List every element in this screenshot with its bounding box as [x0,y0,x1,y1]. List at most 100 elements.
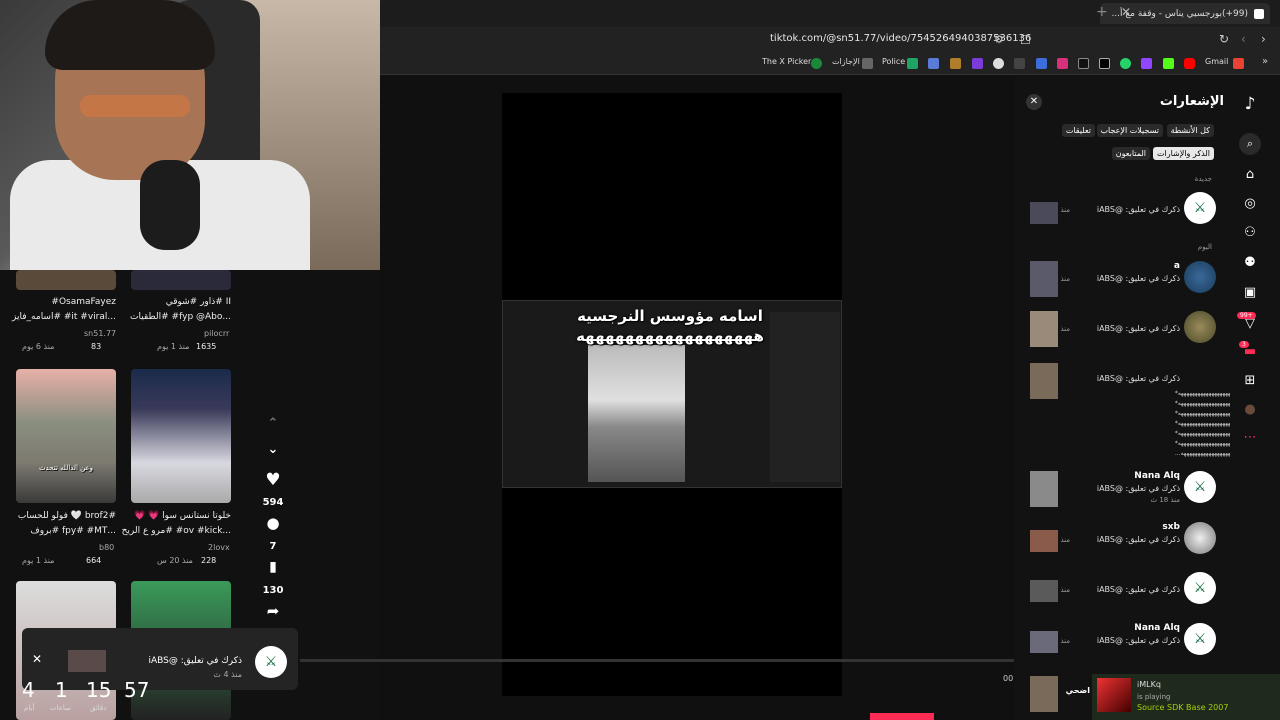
more-icon[interactable]: ⋯ [1241,430,1259,448]
friends-icon[interactable]: ⚉ [1241,255,1259,273]
bookmark-twitch-icon[interactable] [1141,58,1152,69]
bookmark-list-icon[interactable] [862,58,873,69]
tab-mentions[interactable]: الذكر والإشارات [1152,147,1214,160]
feed-3-tags[interactable]: ...fpy# #MT #بروف [30,526,116,536]
bookmark-x-picker[interactable]: The X Picker [762,57,811,66]
tab-all-activity[interactable]: كل الأنشطة [1166,124,1214,137]
bookmark-link-icon[interactable] [928,58,939,69]
bookmark-youtube-icon[interactable] [1184,58,1195,69]
bookmark-ijazat[interactable]: الإجازات [832,57,860,66]
notification-row[interactable]: sxb ذكرك في تعليق: @iABS منذ 28 ث [1020,522,1220,556]
bookmark-gmail-icon[interactable] [1233,58,1244,69]
feed-1-time: منذ 6 يوم [22,342,55,351]
bookmark-bookmark-icon[interactable] [1014,58,1025,69]
reload-icon[interactable]: ↻ [1219,32,1229,46]
toast-time: منذ 4 ث [213,670,242,679]
notification-row[interactable]: ⚔ ذكرك في تعليق: @iABS منذ 4 [1020,192,1220,226]
bookmark-tiktok-icon[interactable] [1078,58,1089,69]
notification-row[interactable]: ⚔ ذكرك في تعليق: @iABS منذ 40 ث [1020,572,1220,606]
feed-2-tags[interactable]: ...fyp @Abo# #الطقيات [130,312,231,322]
feed-thumb-1[interactable] [16,270,116,290]
bookmark-save-icon[interactable]: ▮ [262,559,284,575]
notification-text: ذكرك في تعليق: @iABS [1096,636,1180,645]
feed-2-title[interactable]: II #ذاور #شوقي [166,297,231,307]
webcam-glasses [80,95,190,117]
notification-row[interactable]: ذكرك في تعليق: @iABS منذ 14 ث [1020,311,1220,347]
toast-text: ذكرك في تعليق: @iABS [148,656,242,666]
notification-text: ذكرك في تعليق: @iABS [1096,274,1180,283]
bookmark-x-twitter-icon[interactable] [1099,58,1110,69]
new-tab-icon[interactable]: + [1096,4,1108,20]
tab-close-icon[interactable]: ✕ [1121,5,1131,19]
feed-thumb-3[interactable]: وعن الدالله تتحدث [16,369,116,503]
bookmark-police[interactable]: Police [882,57,905,66]
webcam-hair [45,0,215,70]
prev-video-icon[interactable]: ⌃ [262,416,284,431]
tab-comments[interactable]: تعليقات [1061,124,1095,137]
bookmark-whatsapp-icon[interactable] [1120,58,1131,69]
feed-4-tags[interactable]: ...ov #kick# #مرو ع الريح [122,526,231,536]
user-avatar [1184,522,1216,554]
forward-icon[interactable]: › [1261,32,1266,46]
share-icon[interactable]: ➦ [262,602,284,620]
tiktok-logo-icon[interactable]: ♪ [1241,94,1259,114]
bookmark-x-icon[interactable] [811,58,822,69]
feed-4-user[interactable]: 2lovx [208,543,230,552]
explore-icon[interactable]: ◎ [1241,196,1259,214]
feed-3-overlay-text: وعن الدالله تتحدث [38,464,94,472]
live-icon[interactable]: ▣ [1241,285,1259,303]
video-time: 00 [1003,674,1014,683]
countdown-minutes: 15 [86,678,112,702]
feed-thumb-2[interactable] [131,270,231,290]
saudi-emblem-avatar: ⚔ [1184,623,1216,655]
feed-4-title[interactable]: خلوتا نستانس سوا 💗 💗 [134,511,231,521]
feed-4-likes: 228 [201,556,217,565]
feed-1-title[interactable]: OsamaFayez# [51,297,116,307]
address-bar: tiktok.com/@sn51.77/video/75452649403875… [380,27,1280,53]
tab-followers[interactable]: المتابعون [1111,147,1150,160]
notification-thumbnail [1030,261,1058,297]
bookmark-folder-icon[interactable] [950,58,961,69]
notification-thumbnail [1030,202,1058,224]
tab-likes[interactable]: تسجيلات الإعجاب [1096,124,1163,137]
notification-thumbnail [1030,676,1058,712]
notification-row[interactable]: ⚔ Nana Alq ذكرك في تعليق: @iABS منذ 18 ث [1020,471,1220,507]
close-notifications-icon[interactable]: ✕ [1026,94,1042,110]
following-icon[interactable]: ⚇ [1241,225,1259,243]
bookmark-s-icon[interactable] [972,58,983,69]
video-progress-bar[interactable] [300,659,1014,662]
upload-icon[interactable]: ⊞ [1241,373,1259,391]
feed-thumb-4[interactable] [131,369,231,503]
feed-1-user[interactable]: sn51.77 [84,329,116,338]
notification-text: ذكرك في تعليق: @iABS [1096,585,1180,594]
back-icon[interactable]: ‹ [1241,32,1246,46]
notification-thumbnail [1030,631,1058,653]
feed-2-user[interactable]: pilocrr [204,329,229,338]
bookmark-instagram-icon[interactable] [1057,58,1068,69]
notification-row[interactable]: ⚔ Nana Alq ذكرك في تعليق: @iABS منذ 35 ث [1020,623,1220,657]
site-settings-icon[interactable]: ⚙ [994,33,1004,46]
like-count: 594 [262,497,284,508]
feed-3-user[interactable]: b80 [99,543,114,552]
home-icon[interactable]: ⌂ [1241,167,1259,185]
bookmark-docs-icon[interactable] [1036,58,1047,69]
profile-avatar-icon[interactable]: ● [1241,402,1259,420]
comment-icon[interactable]: ● [262,514,284,532]
bookmark-sheet-icon[interactable] [907,58,918,69]
save-count: 130 [262,585,284,596]
bookmarks-overflow-icon[interactable]: » [1262,56,1268,67]
toast-close-icon[interactable]: ✕ [32,652,42,666]
feed-3-title[interactable]: brof2# 🤍 فولو للحساب [18,511,116,521]
bookmark-gmail[interactable]: Gmail [1205,57,1228,66]
url-text[interactable]: tiktok.com/@sn51.77/video/75452649403875… [770,33,1031,44]
like-heart-icon[interactable]: ♥ [262,470,284,490]
feed-2-time: منذ 1 يوم [157,342,190,351]
notification-row[interactable]: a ذكرك في تعليق: @iABS منذ 22 ث [1020,261,1220,297]
bookmark-star-icon[interactable]: ☐ [1020,33,1031,47]
search-icon[interactable]: ⌕ [1239,133,1261,155]
next-video-icon[interactable]: ⌄ [262,442,284,457]
webcam-microphone [140,160,200,250]
feed-1-tags[interactable]: ...it #viral# #اسامه_فايز [12,312,116,322]
bookmark-kick-icon[interactable] [1163,58,1174,69]
bookmark-github-icon[interactable] [993,58,1004,69]
